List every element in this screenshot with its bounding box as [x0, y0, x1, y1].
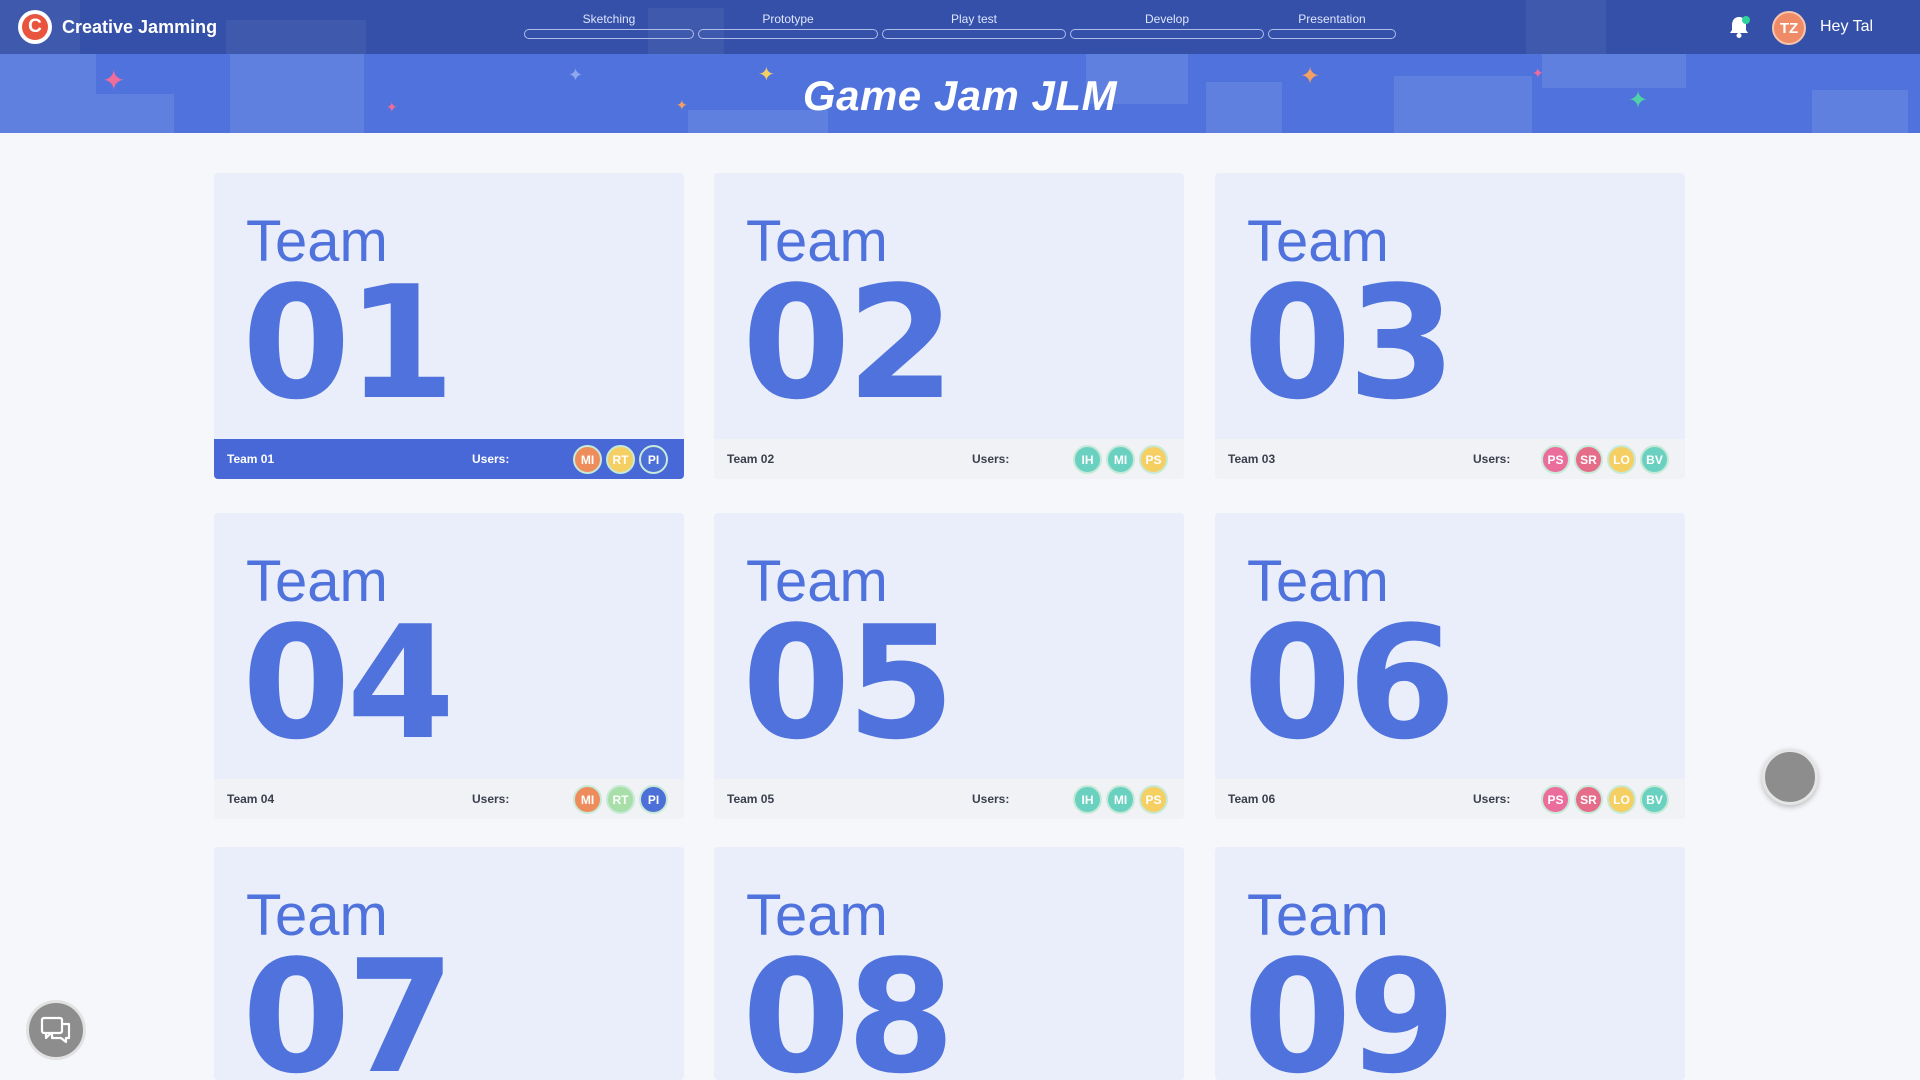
stage-develop[interactable]: Develop	[1070, 12, 1264, 42]
card-team-number: 06	[1243, 592, 1456, 774]
card-team-number: 02	[742, 252, 955, 434]
card-footer: Team 05 Users: IH MI PS	[714, 779, 1184, 819]
stage-label: Prototype	[762, 12, 814, 26]
team-grid: Team 01 Team 01 Users: MI RT PI Team 02 …	[214, 173, 1686, 1080]
card-team-number: 05	[742, 592, 955, 774]
chat-button[interactable]	[26, 1000, 86, 1060]
stage-label: Sketching	[582, 12, 636, 26]
card-footer: Team 06 Users: PS SR LO BV	[1215, 779, 1685, 819]
member-avatar[interactable]: SR	[1574, 445, 1603, 474]
card-team-number: 03	[1243, 252, 1456, 434]
member-avatar[interactable]: BV	[1640, 785, 1669, 814]
card-footer: Team 04 Users: MI RT PI	[214, 779, 684, 819]
team-card-04[interactable]: Team 04 Team 04 Users: MI RT PI	[214, 513, 684, 819]
users-label: Users:	[1473, 792, 1511, 806]
event-title: Game Jam JLM	[802, 72, 1118, 119]
stage-prototype[interactable]: Prototype	[698, 12, 878, 42]
card-team-name: Team 05	[727, 792, 775, 806]
card-team-number: 01	[242, 252, 455, 434]
users-label: Users:	[472, 452, 510, 466]
member-avatar[interactable]: MI	[573, 785, 602, 814]
card-team-name: Team 04	[227, 792, 275, 806]
member-avatar[interactable]: IH	[1073, 445, 1102, 474]
member-avatar[interactable]: MI	[1106, 445, 1135, 474]
top-nav: C Creative Jamming Sketching Prototype P…	[0, 0, 1920, 54]
stage-progress-bar	[1070, 29, 1264, 39]
nav-decor-tile	[1526, 0, 1606, 54]
users-label: Users:	[1473, 452, 1511, 466]
member-avatar[interactable]: IH	[1073, 785, 1102, 814]
stage-play-test[interactable]: Play test	[882, 12, 1066, 42]
card-footer: Team 03 Users: PS SR LO BV	[1215, 439, 1685, 479]
stage-presentation[interactable]: Presentation	[1268, 12, 1396, 42]
chat-bubbles-icon	[40, 1016, 71, 1044]
nav-decor-tile	[226, 20, 366, 54]
card-team-name: Team 06	[1228, 792, 1276, 806]
event-banner: ✦ ✦ ✦ ✦ ✦ ✦ ✦ ✦ Game Jam JLM	[0, 54, 1920, 133]
team-card-03[interactable]: Team 03 Team 03 Users: PS SR LO BV	[1215, 173, 1685, 479]
member-avatar[interactable]: PI	[639, 785, 668, 814]
stage-progress-bar	[524, 29, 694, 39]
app-name: Creative Jamming	[62, 16, 218, 37]
team-card-08[interactable]: Team 08	[714, 847, 1184, 1080]
member-avatar[interactable]: SR	[1574, 785, 1603, 814]
card-team-number: 09	[1243, 926, 1456, 1080]
user-avatar[interactable]: TZ	[1772, 11, 1806, 45]
member-avatar[interactable]: BV	[1640, 445, 1669, 474]
notification-dot	[1742, 16, 1750, 24]
member-avatar[interactable]: MI	[573, 445, 602, 474]
member-avatar[interactable]: PS	[1541, 785, 1570, 814]
team-card-09[interactable]: Team 09	[1215, 847, 1685, 1080]
team-card-01[interactable]: Team 01 Team 01 Users: MI RT PI	[214, 173, 684, 479]
brand-logo: C	[18, 10, 52, 44]
bell-icon[interactable]	[1726, 14, 1752, 40]
member-avatars: MI RT PI	[573, 785, 668, 814]
member-avatars: PS SR LO BV	[1541, 785, 1669, 814]
member-avatars: IH MI PS	[1073, 445, 1168, 474]
users-label: Users:	[972, 452, 1010, 466]
member-avatar[interactable]: LO	[1607, 445, 1636, 474]
stage-label: Presentation	[1298, 12, 1366, 26]
member-avatars: MI RT PI	[573, 445, 668, 474]
team-card-06[interactable]: Team 06 Team 06 Users: PS SR LO BV	[1215, 513, 1685, 819]
card-team-number: 07	[242, 926, 455, 1080]
users-label: Users:	[972, 792, 1010, 806]
member-avatar[interactable]: PI	[639, 445, 668, 474]
card-team-number: 08	[742, 926, 955, 1080]
users-label: Users:	[472, 792, 510, 806]
member-avatars: IH MI PS	[1073, 785, 1168, 814]
brand-logo-letter: C	[22, 14, 48, 40]
stage-label: Develop	[1144, 12, 1190, 26]
card-footer: Team 02 Users: IH MI PS	[714, 439, 1184, 479]
member-avatar[interactable]: PS	[1139, 445, 1168, 474]
card-team-number: 04	[242, 592, 455, 774]
user-greeting: Hey Tal	[1820, 18, 1874, 35]
floating-circle-button[interactable]	[1762, 749, 1818, 805]
card-team-name: Team 02	[727, 452, 775, 466]
member-avatars: PS SR LO BV	[1541, 445, 1669, 474]
card-team-name: Team 03	[1228, 452, 1276, 466]
card-team-name: Team 01	[227, 452, 275, 466]
team-card-05[interactable]: Team 05 Team 05 Users: IH MI PS	[714, 513, 1184, 819]
brand[interactable]: C Creative Jamming	[18, 9, 217, 45]
member-avatar[interactable]: RT	[606, 445, 635, 474]
stage-label: Play test	[950, 12, 998, 26]
team-card-02[interactable]: Team 02 Team 02 Users: IH MI PS	[714, 173, 1184, 479]
stage-sketching[interactable]: Sketching	[524, 12, 694, 42]
member-avatar[interactable]: PS	[1541, 445, 1570, 474]
member-avatar[interactable]: MI	[1106, 785, 1135, 814]
team-card-07[interactable]: Team 07	[214, 847, 684, 1080]
member-avatar[interactable]: LO	[1607, 785, 1636, 814]
card-footer: Team 01 Users: MI RT PI	[214, 439, 684, 479]
member-avatar[interactable]: PS	[1139, 785, 1168, 814]
stage-progress-bar	[1268, 29, 1396, 39]
stage-progress-bar	[698, 29, 878, 39]
stage-progress-bar	[882, 29, 1066, 39]
member-avatar[interactable]: RT	[606, 785, 635, 814]
